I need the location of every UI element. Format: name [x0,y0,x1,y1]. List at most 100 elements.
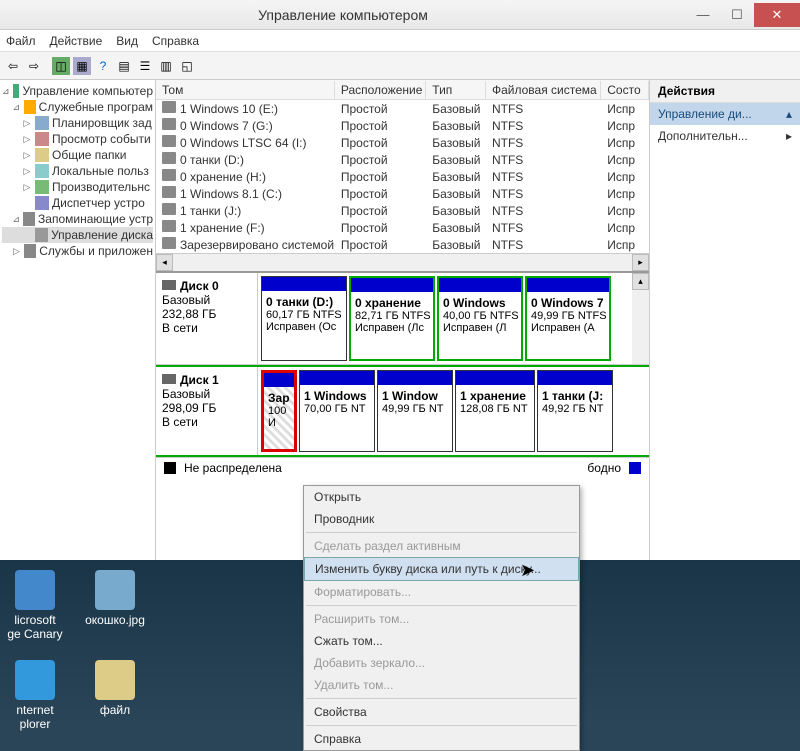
legend-primary-icon [629,462,641,474]
partition[interactable]: 0 Windows40,00 ГБ NTFSИсправен (Л [437,276,523,361]
expand-icon[interactable]: ▷ [22,182,32,193]
app-window: Управление компьютером — ☐ ✕ Файл Действ… [0,0,800,560]
cursor-icon: ➤ [520,560,535,581]
tree-icon [13,84,20,98]
titlebar[interactable]: Управление компьютером — ☐ ✕ [0,0,800,30]
volume-row[interactable]: 0 Windows LTSC 64 (I:)ПростойБазовыйNTFS… [156,134,649,151]
volume-row[interactable]: 1 Windows 8.1 (C:)ПростойБазовыйNTFSИспр [156,185,649,202]
context-menu[interactable]: ОткрытьПроводник Сделать раздел активнымИ… [303,485,580,751]
menu-item[interactable]: Открыть [304,486,579,508]
volume-row[interactable]: 0 хранение (H:)ПростойБазовыйNTFSИспр [156,168,649,185]
volume-icon [162,237,176,249]
col-layout[interactable]: Расположение [335,81,426,99]
partition[interactable]: 1 Windows70,00 ГБ NT [299,370,375,452]
scroll-right-icon[interactable]: ▸ [632,254,649,271]
legend-unalloc-icon [164,462,176,474]
tree-label: Служебные програм [39,100,153,114]
tree-item[interactable]: ▷Локальные польз [2,163,153,179]
partition[interactable]: Зар100И [261,370,297,452]
back-icon[interactable]: ⇦ [4,57,22,75]
volume-header[interactable]: Том Расположение Тип Файловая система Со… [156,80,649,100]
menu-item[interactable]: Изменить букву диска или путь к диску... [304,557,579,581]
tree-item[interactable]: ⊿Запоминающие устр [2,211,153,227]
expand-icon[interactable]: ▷ [22,134,32,145]
tool-icon[interactable]: ☰ [136,57,154,75]
tool-icon[interactable]: ▥ [157,57,175,75]
menu-file[interactable]: Файл [6,34,36,48]
partition[interactable]: 1 хранение128,08 ГБ NT [455,370,535,452]
tree-panel[interactable]: ⊿Управление компьютер⊿Служебные програм▷… [0,80,156,560]
volume-row[interactable]: 1 танки (J:)ПростойБазовыйNTFSИспр [156,202,649,219]
tree-item[interactable]: ⊿ Служебные програм [2,99,153,115]
tree-label: Общие папки [52,148,126,162]
col-status[interactable]: Состо [601,81,649,99]
tool-icon[interactable]: ▤ [115,57,133,75]
desktop-icon[interactable]: nternet plorer [5,660,65,731]
tree-item[interactable]: Управление диска [2,227,153,243]
expand-icon[interactable]: ▷ [22,150,32,161]
scroll-left-icon[interactable]: ◂ [156,254,173,271]
tool-icon[interactable]: ? [94,57,112,75]
disk-info[interactable]: Диск 1 Базовый 298,09 ГБ В сети [156,367,258,455]
partition[interactable]: 1 Window49,99 ГБ NT [377,370,453,452]
volume-list[interactable]: 1 Windows 10 (E:)ПростойБазовыйNTFSИспр0… [156,100,649,253]
col-type[interactable]: Тип [426,81,486,99]
menu-view[interactable]: Вид [116,34,138,48]
disk-icon [162,280,176,290]
tool-icon[interactable]: ◱ [178,57,196,75]
tree-item[interactable]: ▷Просмотр событи [2,131,153,147]
menu-help[interactable]: Справка [152,34,199,48]
menu-item[interactable]: Справка [304,728,579,750]
actions-main[interactable]: Управление ди... ▴ [650,103,800,125]
partition[interactable]: 0 хранение82,71 ГБ NTFSИсправен (Лс [349,276,435,361]
desktop-icon[interactable]: файл [85,660,145,731]
tree-item[interactable]: Диспетчер устро [2,195,153,211]
disk-info[interactable]: Диск 0 Базовый 232,88 ГБ В сети [156,273,258,364]
expand-icon[interactable]: ⊿ [12,214,20,225]
minimize-button[interactable]: — [686,3,720,27]
col-volume[interactable]: Том [156,81,335,99]
tree-item[interactable]: ⊿Управление компьютер [2,83,153,99]
maximize-button[interactable]: ☐ [720,3,754,27]
volume-icon [162,186,176,198]
volume-row[interactable]: 0 танки (D:)ПростойБазовыйNTFSИспр [156,151,649,168]
volume-row[interactable]: 1 Windows 10 (E:)ПростойБазовыйNTFSИспр [156,100,649,117]
actions-more[interactable]: Дополнительн... ▸ [650,125,800,147]
partition[interactable]: 0 танки (D:)60,17 ГБ NTFSИсправен (Ос [261,276,347,361]
partition-header [439,278,521,292]
partition-body: 1 Window49,99 ГБ NT [378,385,452,451]
menu-item[interactable]: Проводник [304,508,579,530]
forward-icon[interactable]: ⇨ [25,57,43,75]
expand-icon[interactable]: ⊿ [2,86,10,97]
expand-icon[interactable]: ▷ [22,118,32,129]
file-icon [95,570,135,610]
desktop-icons: licrosoft ge Canary окошко.jpg [5,570,145,641]
close-button[interactable]: ✕ [754,3,800,27]
tool-icon[interactable]: ◫ [52,57,70,75]
volume-row[interactable]: 1 хранение (F:)ПростойБазовыйNTFSИспр [156,219,649,236]
expand-icon[interactable]: ▷ [12,246,21,257]
menu-item[interactable]: Свойства [304,701,579,723]
tree-item[interactable]: ▷Производительнс [2,179,153,195]
menu-item[interactable]: Сжать том... [304,630,579,652]
partition[interactable]: 0 Windows 749,99 ГБ NTFSИсправен (А [525,276,611,361]
menu-action[interactable]: Действие [50,34,103,48]
volume-row[interactable]: 0 Windows 7 (G:)ПростойБазовыйNTFSИспр [156,117,649,134]
desktop-icon[interactable]: licrosoft ge Canary [5,570,65,641]
desktop-icon[interactable]: окошко.jpg [85,570,145,641]
tree-icon [35,116,49,130]
tree-item[interactable]: ▷Планировщик зад [2,115,153,131]
col-fs[interactable]: Файловая система [486,81,601,99]
expand-icon[interactable]: ▷ [22,166,32,177]
hscrollbar[interactable]: ◂ ▸ [156,253,649,271]
tree-item[interactable]: ▷Службы и приложен [2,243,153,259]
volume-row[interactable]: Зарезервировано системойПростойБазовыйNT… [156,236,649,253]
vscrollbar[interactable]: ▴ [632,273,649,364]
tree-item[interactable]: ▷ Общие папки [2,147,153,163]
expand-icon[interactable]: ⊿ [12,102,21,113]
partition[interactable]: 1 танки (J:49,92 ГБ NT [537,370,613,452]
scroll-up-icon[interactable]: ▴ [632,273,649,290]
volume-icon [162,203,176,215]
menu-item: Сделать раздел активным [304,535,579,557]
tool-icon[interactable]: ▦ [73,57,91,75]
